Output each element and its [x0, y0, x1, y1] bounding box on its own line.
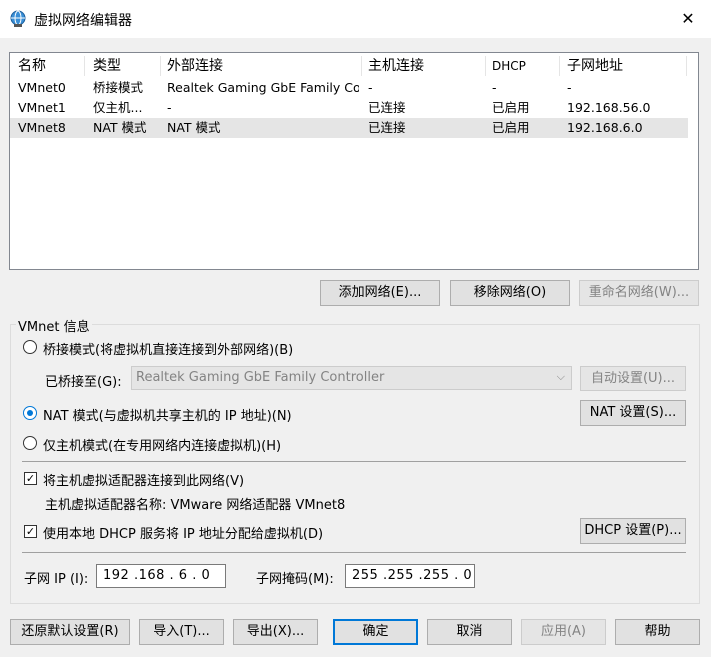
cell-name: VMnet1 [18, 100, 66, 115]
hostonly-radio[interactable] [23, 436, 37, 450]
import-button[interactable]: 导入(T)... [139, 619, 224, 645]
bridged-to-value: Realtek Gaming GbE Family Controller [136, 370, 385, 385]
column-header-external[interactable]: 外部连接 [167, 53, 223, 79]
cancel-button[interactable]: 取消 [427, 619, 512, 645]
dhcp-settings-button[interactable]: DHCP 设置(P)... [580, 518, 686, 544]
nat-radio[interactable] [23, 406, 37, 420]
cell-subnet: 192.168.6.0 [567, 120, 643, 135]
nat-label[interactable]: NAT 模式(与虚拟机共享主机的 IP 地址)(N) [43, 405, 292, 424]
dhcp-label[interactable]: 使用本地 DHCP 服务将 IP 地址分配给虚拟机(D) [43, 523, 323, 542]
header-divider [84, 56, 85, 76]
add-network-button[interactable]: 添加网络(E)... [320, 280, 440, 306]
cell-dhcp: 已启用 [492, 120, 530, 135]
cell-external: NAT 模式 [167, 120, 221, 135]
cell-type: 仅主机... [93, 100, 143, 115]
bridged-to-label: 已桥接至(G): [45, 375, 122, 390]
connect-adapter-checkbox[interactable]: ✓ [24, 472, 37, 485]
cell-external: Realtek Gaming GbE Family Co... [167, 80, 359, 95]
bridged-radio[interactable] [23, 340, 37, 354]
dhcp-checkbox[interactable]: ✓ [24, 525, 37, 538]
cell-type: 桥接模式 [93, 80, 144, 95]
subnet-ip-label: 子网 IP (I): [24, 572, 89, 587]
rename-network-button[interactable]: 重命名网络(W)... [579, 280, 699, 306]
table-row-selected[interactable]: VMnet8 NAT 模式 NAT 模式 已连接 已启用 192.168.6.0 [10, 118, 688, 138]
column-header-dhcp[interactable]: DHCP [492, 53, 526, 79]
apply-button[interactable]: 应用(A) [521, 619, 606, 645]
cell-name: VMnet0 [18, 80, 66, 95]
header-divider [361, 56, 362, 76]
connect-adapter-label[interactable]: 将主机虚拟适配器连接到此网络(V) [43, 470, 244, 489]
close-button[interactable]: ✕ [668, 4, 708, 34]
nat-settings-button[interactable]: NAT 设置(S)... [580, 400, 686, 426]
network-globe-icon [10, 10, 26, 27]
subnet-mask-input[interactable]: 255 .255 .255 . 0 [345, 564, 475, 588]
cell-dhcp: - [492, 80, 497, 95]
cell-external: - [167, 100, 172, 115]
cell-subnet: 192.168.56.0 [567, 100, 651, 115]
header-divider [160, 56, 161, 76]
cell-dhcp: 已启用 [492, 100, 530, 115]
divider [22, 552, 686, 553]
header-divider [559, 56, 560, 76]
help-button[interactable]: 帮助 [615, 619, 700, 645]
column-header-host[interactable]: 主机连接 [368, 53, 424, 79]
table-row[interactable]: VMnet1 仅主机... - 已连接 已启用 192.168.56.0 [10, 98, 688, 118]
cell-host: 已连接 [368, 100, 406, 115]
cell-host: 已连接 [368, 120, 406, 135]
cell-subnet: - [567, 80, 572, 95]
vmnet-info-title: VMnet 信息 [16, 316, 92, 335]
column-header-name[interactable]: 名称 [18, 53, 46, 79]
adapter-name-text: 主机虚拟适配器名称: VMware 网络适配器 VMnet8 [45, 498, 346, 513]
cell-host: - [368, 80, 373, 95]
chevron-down-icon: ⌵ [556, 370, 565, 383]
hostonly-label[interactable]: 仅主机模式(在专用网络内连接虚拟机)(H) [43, 435, 281, 454]
header-divider [686, 56, 687, 76]
column-header-subnet[interactable]: 子网地址 [567, 53, 623, 79]
subnet-mask-label: 子网掩码(M): [256, 572, 334, 587]
network-list[interactable]: 名称 类型 外部连接 主机连接 DHCP 子网地址 VMnet0 桥接模式 Re… [9, 52, 699, 270]
ok-button[interactable]: 确定 [333, 619, 418, 645]
header-divider [485, 56, 486, 76]
export-button[interactable]: 导出(X)... [233, 619, 318, 645]
table-row[interactable]: VMnet0 桥接模式 Realtek Gaming GbE Family Co… [10, 78, 688, 98]
restore-defaults-button[interactable]: 还原默认设置(R) [10, 619, 130, 645]
auto-settings-button[interactable]: 自动设置(U)... [580, 366, 686, 391]
column-header-type[interactable]: 类型 [93, 53, 121, 79]
title-bar: 虚拟网络编辑器 ✕ [0, 0, 711, 38]
window-title: 虚拟网络编辑器 [34, 13, 132, 29]
cell-name: VMnet8 [18, 120, 66, 135]
remove-network-button[interactable]: 移除网络(O) [450, 280, 570, 306]
bridged-to-select[interactable]: Realtek Gaming GbE Family Controller ⌵ [131, 366, 572, 390]
bridged-label[interactable]: 桥接模式(将虚拟机直接连接到外部网络)(B) [43, 339, 293, 358]
subnet-ip-input[interactable]: 192 .168 . 6 . 0 [96, 564, 226, 588]
cell-type: NAT 模式 [93, 120, 147, 135]
divider [22, 461, 686, 462]
